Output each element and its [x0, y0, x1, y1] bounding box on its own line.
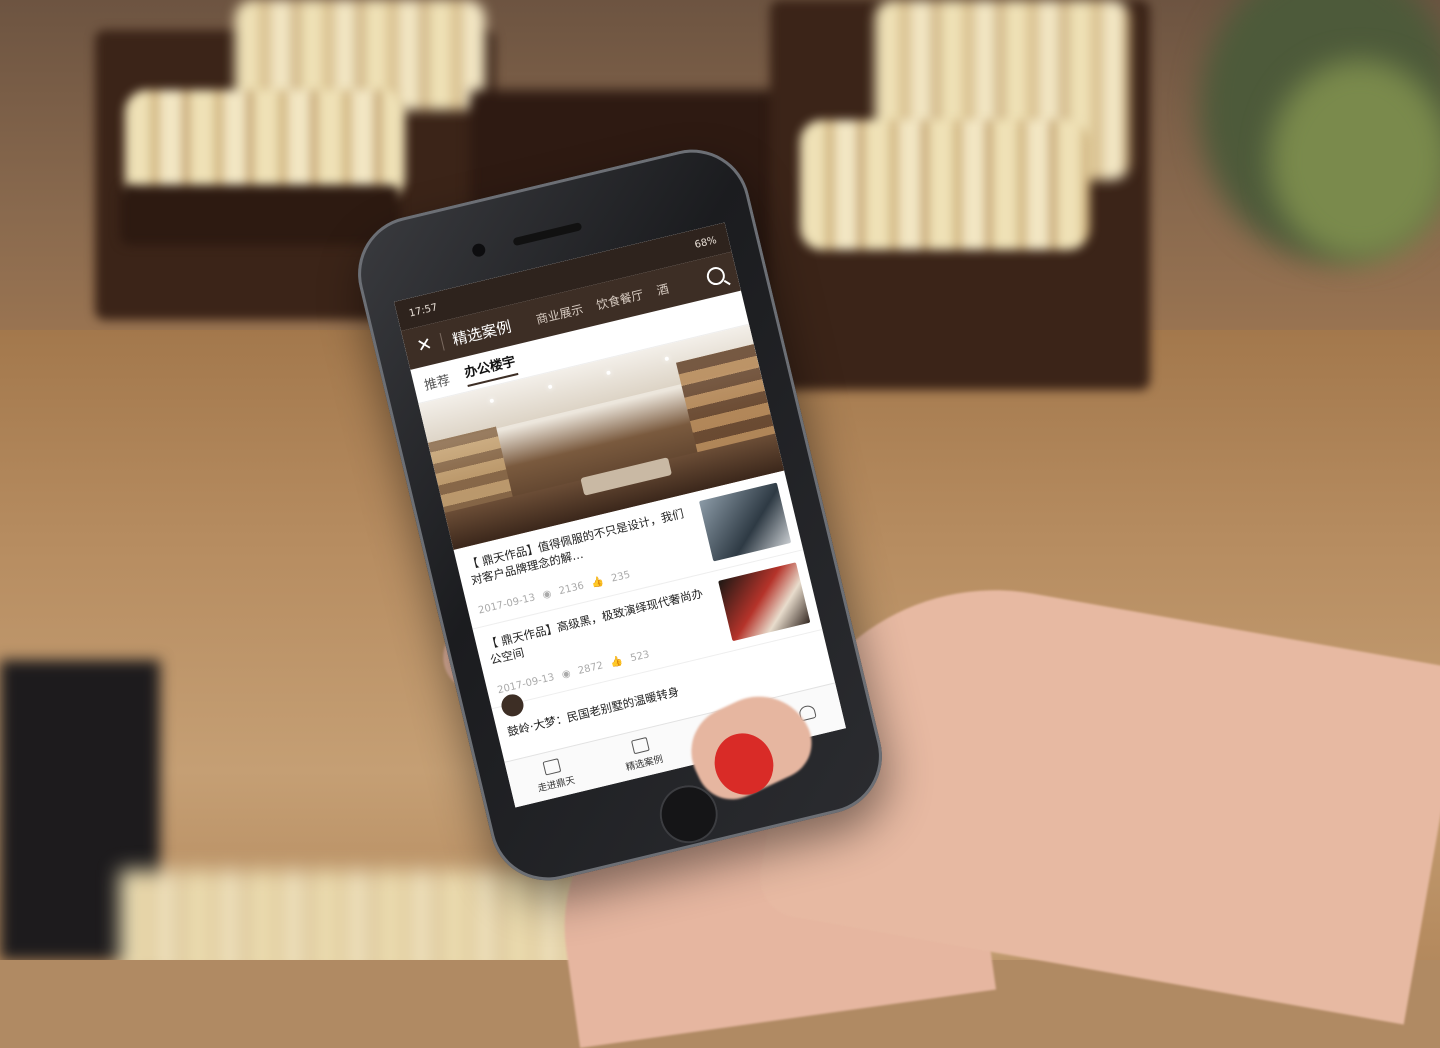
chat-icon — [719, 715, 737, 733]
tab-hotel[interactable]: 酒 — [655, 279, 671, 298]
article-thumbnail — [718, 562, 811, 642]
tab-label: 装修咨询 — [712, 732, 753, 752]
article-views: 2136 — [557, 580, 586, 598]
status-time: 17:57 — [407, 301, 439, 320]
article-thumbnail — [698, 482, 792, 562]
article-date: 2017-09-13 — [477, 592, 537, 617]
tab-profile[interactable] — [797, 703, 818, 724]
tab-recommended[interactable]: 推荐 — [422, 369, 452, 394]
tab-label: 走进鼎天 — [536, 774, 577, 795]
article-likes: 235 — [610, 569, 632, 585]
thumbs-up-icon: 👍 — [590, 575, 606, 590]
tab-dining[interactable]: 饮食餐厅 — [594, 285, 645, 313]
thumbs-up-icon: 👍 — [609, 655, 625, 670]
user-icon — [797, 703, 817, 721]
tab-about[interactable]: 走进鼎天 — [532, 755, 576, 794]
article-views: 2872 — [576, 660, 605, 677]
tab-label: 精选案例 — [624, 753, 665, 773]
eye-icon: ◉ — [560, 668, 572, 681]
status-battery: 68% — [693, 234, 718, 251]
earpiece — [512, 222, 583, 247]
search-icon[interactable] — [705, 265, 727, 287]
tab-consult[interactable]: 装修咨询 — [708, 713, 752, 752]
article-date: 2017-09-13 — [496, 671, 556, 697]
divider — [439, 332, 445, 351]
tab-commercial[interactable]: 商业展示 — [534, 300, 585, 328]
home-button[interactable] — [653, 779, 724, 850]
tab-cases[interactable]: 精选案例 — [620, 734, 664, 773]
eye-icon: ◉ — [541, 588, 553, 602]
video-icon — [630, 736, 650, 754]
close-icon[interactable]: ✕ — [415, 333, 435, 357]
front-camera — [470, 242, 487, 258]
page-title: 精选案例 — [450, 316, 514, 349]
article-likes: 523 — [629, 649, 651, 665]
building-icon — [542, 757, 562, 775]
